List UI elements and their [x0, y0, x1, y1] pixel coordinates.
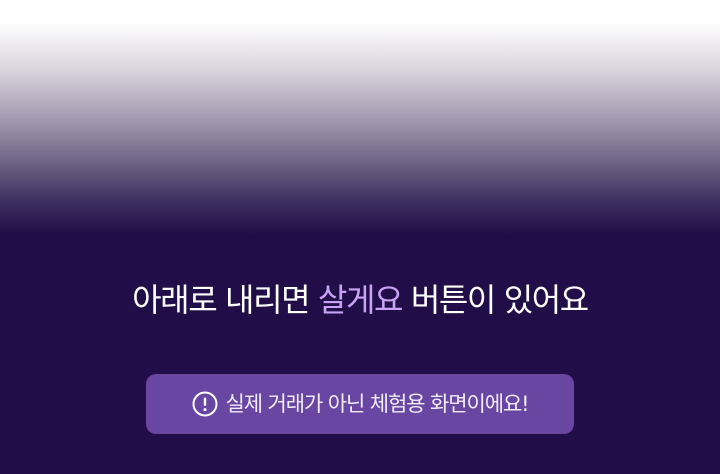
headline-highlight-buy: 살게요: [317, 281, 404, 319]
demo-notice-banner: 실제 거래가 아닌 체험용 화면이에요!: [146, 374, 574, 434]
demo-notice-text: 실제 거래가 아닌 체험용 화면이에요!: [225, 392, 530, 416]
headline-prefix: 아래로 내리면: [132, 281, 318, 319]
headline-suffix: 버튼이 있어요: [402, 281, 589, 319]
top-fade-gradient: [0, 0, 720, 236]
scroll-hint-headline: 아래로 내리면 살게요 버튼이 있어요: [0, 280, 720, 320]
exclamation-circle-icon: [192, 391, 218, 417]
